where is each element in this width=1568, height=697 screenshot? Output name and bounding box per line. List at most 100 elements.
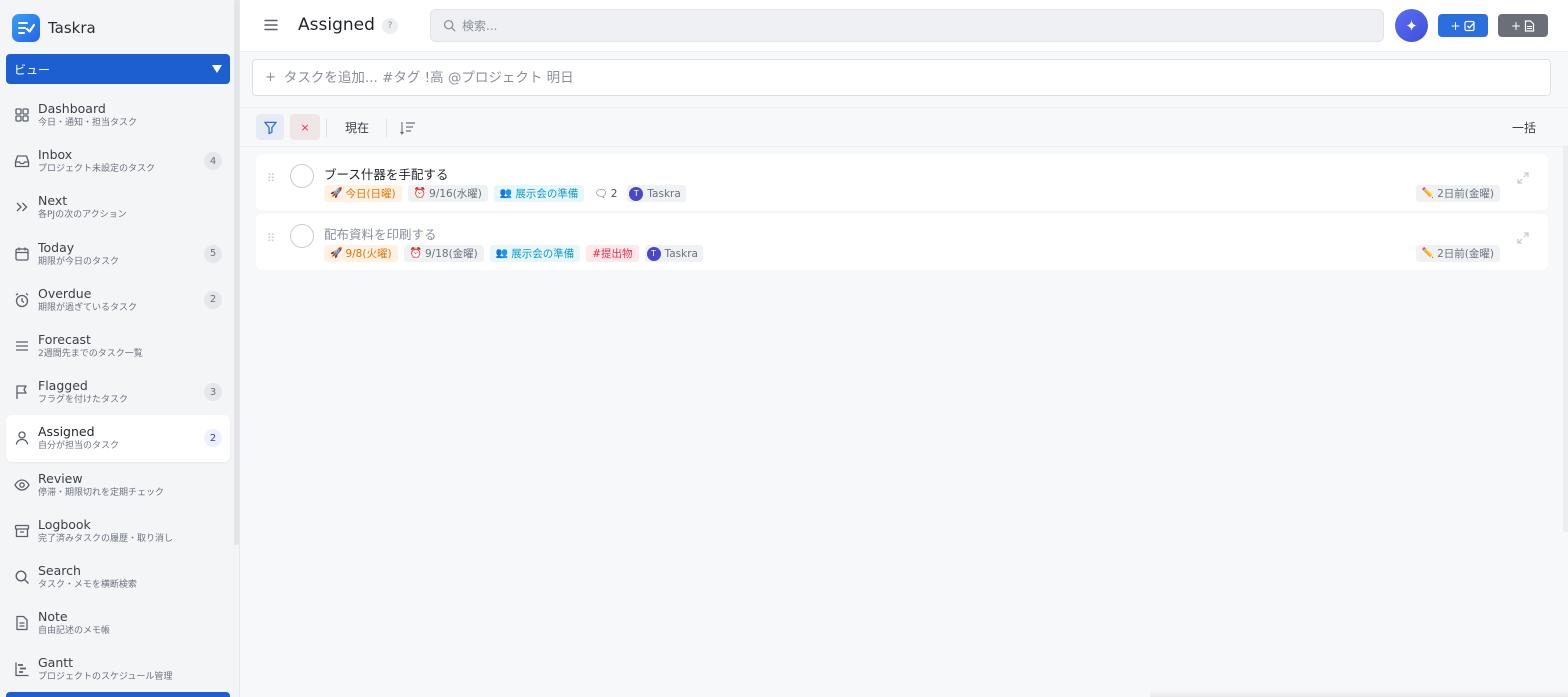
document-icon [1524, 19, 1535, 32]
search-box [430, 9, 1384, 42]
due-date-chip[interactable]: ⏰ 9/18(金曜) [403, 245, 484, 262]
start-date-chip[interactable]: 🚀 9/8(火曜) [324, 245, 398, 262]
project-name: 展示会の準備 [515, 188, 579, 200]
app-logo-icon [12, 14, 40, 42]
now-filter-button[interactable]: 現在 [345, 119, 369, 136]
bulk-edit-button[interactable]: 一括 [1512, 119, 1536, 136]
sidebar: Taskra ビュー Dashboard 今日・通知・担当タスク Inbox プロジェ… [0, 0, 240, 697]
ai-assistant-button[interactable]: ✦ [1395, 9, 1428, 42]
help-icon[interactable]: ? [382, 18, 398, 34]
sidebar-scrollbar[interactable] [234, 0, 239, 545]
assignee-chip[interactable]: T Taskra [644, 245, 703, 262]
task-title[interactable]: 配布資料を印刷する [324, 224, 437, 243]
alarm-clock-icon [14, 292, 30, 308]
task-row[interactable]: ⠿ ブース什器を手配する 🚀 今日(日曜) ⏰ 9/16(水曜) 👥 展示会の準備 🗨 2 T Tas… [256, 154, 1548, 210]
sort-icon[interactable] [400, 120, 416, 135]
task-meta: 🚀 今日(日曜) ⏰ 9/16(水曜) 👥 展示会の準備 🗨 2 T Taskra [324, 185, 686, 202]
sidebar-item-text: Gantt プロジェクトのスケジュール管理 [38, 655, 172, 683]
expand-icon[interactable] [1516, 170, 1530, 184]
clear-filter-button[interactable]: × [290, 114, 320, 140]
search-input[interactable] [462, 18, 1362, 33]
sidebar-nav: Dashboard 今日・通知・担当タスク Inbox プロジェクト未設定のタスク 4 N… [6, 92, 230, 692]
sidebar-item-text: Search タスク・メモを横断検索 [38, 563, 137, 591]
sidebar-item-label: Next [38, 193, 68, 209]
sidebar-item-label: Gantt [38, 655, 74, 671]
app-name: Taskra [48, 19, 96, 37]
sidebar-item-dashboard[interactable]: Dashboard 今日・通知・担当タスク [6, 92, 230, 138]
task-complete-checkbox[interactable] [290, 164, 314, 188]
rocket-icon: 🚀 [330, 187, 343, 199]
sidebar-item-subtitle: 期限が今日のタスク [38, 256, 120, 267]
sidebar-item-label: Inbox [38, 147, 73, 163]
sidebar-item-label: Today [38, 239, 75, 255]
sidebar-item-text: Review 停滞・期限切れを定期チェック [38, 471, 164, 499]
gantt-icon [14, 661, 30, 677]
sidebar-next-item-edge[interactable] [6, 692, 230, 697]
page-title: Assigned [298, 15, 375, 35]
sidebar-item-flagged[interactable]: Flagged フラグを付けたタスク 3 [6, 369, 230, 415]
sidebar-item-label: Logbook [38, 516, 91, 532]
add-note-button-label: + [1510, 18, 1522, 33]
lines-icon [14, 338, 30, 354]
person-icon [14, 430, 30, 446]
assignee-name: Taskra [664, 247, 698, 260]
tag-chip[interactable]: #提出物 [586, 245, 639, 262]
filter-bar: × 現在 一括 [240, 107, 1568, 147]
task-complete-checkbox[interactable] [290, 224, 314, 248]
avatar: T [629, 186, 644, 201]
sidebar-item-text: Next 各PJの次のアクション [38, 193, 127, 221]
drag-handle-icon[interactable]: ⠿ [267, 173, 276, 184]
due-date-chip[interactable]: ⏰ 9/16(水曜) [407, 185, 488, 202]
quick-add-input[interactable] [283, 69, 1484, 86]
project-name: 展示会の準備 [511, 248, 575, 260]
double-chevron-right-icon [14, 199, 30, 215]
menu-icon[interactable] [263, 17, 279, 33]
brand[interactable]: Taskra [12, 14, 96, 42]
sidebar-item-assigned[interactable]: Assigned 自分が担当のタスク 2 [6, 415, 230, 462]
sidebar-item-text: Forecast 2週間先までのタスク一覧 [38, 332, 143, 360]
filter-button[interactable] [256, 114, 284, 140]
view-select[interactable]: ビュー [6, 54, 230, 84]
people-icon: 👥 [495, 247, 509, 259]
sidebar-item-today[interactable]: Today 期限が今日のタスク 5 [6, 231, 230, 277]
dropdown-triangle-icon [212, 65, 222, 73]
sidebar-item-label: Review [38, 470, 83, 486]
project-chip[interactable]: 👥 展示会の準備 [489, 245, 581, 262]
sidebar-item-subtitle: タスク・メモを横断検索 [38, 579, 137, 590]
sidebar-item-search[interactable]: Search タスク・メモを横断検索 [6, 554, 230, 600]
sidebar-item-next[interactable]: Next 各PJの次のアクション [6, 184, 230, 230]
header: Assigned ? ✦ + + [240, 0, 1568, 52]
sidebar-item-overdue[interactable]: Overdue 期限が過ぎているタスク 2 [6, 277, 230, 323]
divider [386, 119, 387, 137]
sidebar-item-label: Dashboard [38, 101, 106, 117]
updated-time: 2日前(金曜) [1437, 248, 1494, 260]
alarm-clock-icon: ⏰ [413, 187, 427, 199]
task-row[interactable]: ⠿ 配布資料を印刷する 🚀 9/8(火曜) ⏰ 9/18(金曜) 👥 展示会の準備 #提出物 T T… [256, 214, 1548, 270]
expand-icon[interactable] [1516, 230, 1530, 244]
project-chip[interactable]: 👥 展示会の準備 [493, 185, 585, 202]
sidebar-item-logbook[interactable]: Logbook 完了済みタスクの履歴・取り消し [6, 508, 230, 554]
sidebar-item-gantt[interactable]: Gantt プロジェクトのスケジュール管理 [6, 646, 230, 692]
sidebar-item-subtitle: 自由記述のメモ帳 [38, 626, 111, 637]
sidebar-item-forecast[interactable]: Forecast 2週間先までのタスク一覧 [6, 323, 230, 369]
count-badge: 5 [204, 244, 222, 263]
sidebar-item-inbox[interactable]: Inbox プロジェクト未設定のタスク 4 [6, 138, 230, 184]
count-badge: 2 [204, 429, 222, 448]
sidebar-item-text: Assigned 自分が担当のタスク [38, 424, 119, 452]
start-date-chip[interactable]: 🚀 今日(日曜) [324, 185, 402, 202]
sidebar-item-note[interactable]: Note 自由記述のメモ帳 [6, 600, 230, 646]
sidebar-item-review[interactable]: Review 停滞・期限切れを定期チェック [6, 462, 230, 508]
pencil-icon: ✏️ [1421, 247, 1435, 259]
assignee-chip[interactable]: T Taskra [627, 185, 686, 202]
bottom-shadow [1150, 690, 1568, 697]
sidebar-item-text: Flagged フラグを付けたタスク [38, 378, 128, 406]
drag-handle-icon[interactable]: ⠿ [267, 233, 276, 244]
comments-count[interactable]: 🗨 2 [590, 187, 621, 201]
count-badge: 3 [204, 383, 222, 402]
flag-icon [14, 384, 30, 400]
add-note-button[interactable]: + [1498, 14, 1548, 37]
task-title[interactable]: ブース什器を手配する [324, 164, 448, 183]
count-badge: 4 [204, 152, 222, 171]
task-list: ⠿ ブース什器を手配する 🚀 今日(日曜) ⏰ 9/16(水曜) 👥 展示会の準備 🗨 2 T Tas… [256, 154, 1548, 274]
add-task-button[interactable]: + [1438, 14, 1488, 37]
